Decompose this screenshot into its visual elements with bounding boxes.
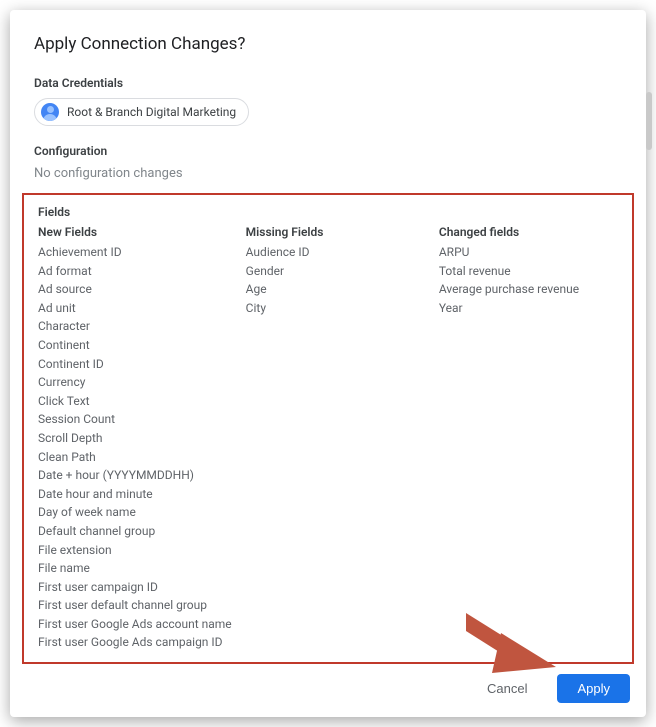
apply-button[interactable]: Apply (557, 674, 630, 703)
new-fields-list: Achievement IDAd formatAd sourceAd unitC… (38, 243, 232, 652)
field-item: Achievement ID (38, 243, 232, 262)
field-item: Character (38, 317, 232, 336)
new-fields-title: New Fields (38, 225, 232, 239)
field-item: First user campaign ID (38, 578, 232, 597)
changed-fields-list: ARPUTotal revenueAverage purchase revenu… (439, 243, 618, 317)
field-item: Continent ID (38, 355, 232, 374)
field-item: First user default channel group (38, 596, 232, 615)
field-item: Year (439, 299, 618, 318)
field-item: Ad source (38, 280, 232, 299)
configuration-label: Configuration (34, 144, 622, 158)
credential-chip-text: Root & Branch Digital Marketing (67, 105, 236, 119)
field-item: Total revenue (439, 262, 618, 281)
field-item: First user Google Ads account name (38, 615, 232, 634)
field-item: Date + hour (YYYYMMDDHH) (38, 466, 232, 485)
user-avatar-icon (41, 103, 59, 121)
missing-fields-column: Missing Fields Audience IDGenderAgeCity (246, 225, 425, 652)
field-item: File extension (38, 541, 232, 560)
cancel-button[interactable]: Cancel (467, 674, 547, 703)
field-item: Gender (246, 262, 425, 281)
field-item: Ad format (38, 262, 232, 281)
field-item: Default channel group (38, 522, 232, 541)
scrollbar[interactable] (646, 92, 652, 150)
new-fields-column: New Fields Achievement IDAd formatAd sou… (38, 225, 232, 652)
field-item: Day of week name (38, 503, 232, 522)
dialog-title: Apply Connection Changes? (34, 34, 622, 54)
missing-fields-title: Missing Fields (246, 225, 425, 239)
credential-chip[interactable]: Root & Branch Digital Marketing (34, 98, 249, 126)
changed-fields-title: Changed fields (439, 225, 618, 239)
field-item: ARPU (439, 243, 618, 262)
field-item: First user Google Ads campaign ID (38, 633, 232, 652)
configuration-text: No configuration changes (34, 166, 622, 181)
field-item: Currency (38, 373, 232, 392)
connection-changes-dialog: Apply Connection Changes? Data Credentia… (10, 10, 646, 717)
field-item: Ad unit (38, 299, 232, 318)
fields-highlight-box: Fields New Fields Achievement IDAd forma… (22, 193, 634, 664)
field-item: Click Text (38, 392, 232, 411)
missing-fields-list: Audience IDGenderAgeCity (246, 243, 425, 317)
changed-fields-column: Changed fields ARPUTotal revenueAverage … (439, 225, 618, 652)
fields-label: Fields (38, 205, 618, 219)
field-item: City (246, 299, 425, 318)
field-item: Session Count (38, 410, 232, 429)
credentials-label: Data Credentials (34, 76, 622, 90)
field-item: Scroll Depth (38, 429, 232, 448)
field-item: File name (38, 559, 232, 578)
field-item: Average purchase revenue (439, 280, 618, 299)
field-item: Audience ID (246, 243, 425, 262)
field-item: Continent (38, 336, 232, 355)
field-item: Clean Path (38, 448, 232, 467)
field-item: Date hour and minute (38, 485, 232, 504)
field-item: Age (246, 280, 425, 299)
